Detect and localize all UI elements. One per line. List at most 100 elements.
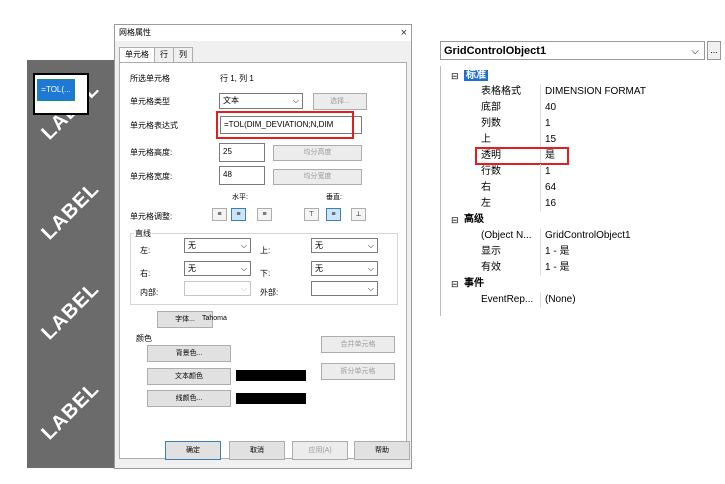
close-icon[interactable]: × [401,25,407,41]
chevron-down-icon: ⌵ [292,96,299,105]
tab-cell[interactable]: 单元格 [119,47,155,63]
category-events[interactable]: ⊟ 事件 [441,276,721,292]
chevron-down-icon: ⌵ [240,264,247,273]
property-value[interactable]: 40 [545,100,556,116]
line-color-button[interactable]: 线颜色... [147,390,231,407]
align-center-icon[interactable]: ≡ [231,208,246,221]
property-value[interactable]: 16 [545,196,556,212]
property-row[interactable]: 表格格式 DIMENSION FORMAT [441,84,721,100]
property-row[interactable]: 列数 1 [441,116,721,132]
property-name: 上 [481,134,491,145]
property-name: 列数 [481,118,501,129]
align-top-icon[interactable]: ⊤ [304,208,319,221]
width-label: 单元格宽度: [130,172,173,181]
split-cells-button[interactable]: 拆分单元格 [321,363,395,380]
merge-cells-button[interactable]: 合并单元格 [321,336,395,353]
right-line-select[interactable]: 无 ⌵ [184,261,251,276]
property-row[interactable]: 显示 1 - 是 [441,244,721,260]
property-row[interactable]: 底部 40 [441,100,721,116]
property-name: 行数 [481,166,501,177]
highlight-box [216,111,354,139]
equal-height-button[interactable]: 均分高度 [273,145,362,161]
align-right-icon[interactable]: ≡ [257,208,272,221]
property-value[interactable]: 1 [545,116,551,132]
inner-line-label: 内部: [140,288,159,297]
collapse-icon[interactable]: ⊟ [451,276,459,292]
property-row[interactable]: 右 64 [441,180,721,196]
highlight-box [475,147,569,165]
category-events-label: 事件 [464,278,484,289]
property-row[interactable]: 左 16 [441,196,721,212]
chevron-down-icon: ⌵ [367,241,374,250]
ok-button[interactable]: 确定 [165,441,221,460]
property-row[interactable]: EventRep... (None) [441,292,721,308]
property-value[interactable]: 64 [545,180,556,196]
align-middle-icon[interactable]: ≡ [326,208,341,221]
right-line-value: 无 [188,264,196,273]
top-line-label: 上: [260,246,271,255]
watermark-3: LABEL [37,278,104,345]
vertical-label: 垂直: [326,194,342,201]
category-advanced-label: 高级 [464,214,484,225]
label-canvas[interactable]: LABEL LABEL LABEL LABEL [27,60,114,468]
property-grid: ⊟ 标准 表格格式 DIMENSION FORMAT 底部 40 列数 1 上 15 透明… [440,66,721,316]
height-label: 单元格高度: [130,148,173,157]
watermark-4: LABEL [37,378,104,445]
collapse-icon[interactable]: ⊟ [451,212,459,228]
left-line-select[interactable]: 无 ⌵ [184,238,251,253]
property-value[interactable]: DIMENSION FORMAT [545,84,646,100]
tab-column[interactable]: 列 [173,47,193,62]
property-row[interactable]: (Object N... GridControlObject1 [441,228,721,244]
property-row[interactable]: 上 15 [441,132,721,148]
text-color-swatch[interactable] [236,370,306,381]
font-name: Tahoma [202,315,227,322]
inner-line-select[interactable]: ⌵ [184,281,251,296]
background-color-button[interactable]: 背景色... [147,345,231,362]
more-button[interactable]: ... [707,41,721,60]
property-value[interactable]: GridControlObject1 [545,228,631,244]
select-button[interactable]: 选择... [313,93,367,110]
object-selector[interactable]: GridControlObject1 ⌵ [440,41,705,60]
grid-cell-text[interactable]: =TOL(... [37,79,75,101]
category-standard[interactable]: ⊟ 标准 [441,68,721,84]
help-button[interactable]: 帮助 [354,441,410,460]
dialog-title: 网格属性 [115,25,411,41]
property-row[interactable]: 行数 1 [441,164,721,180]
property-row[interactable]: 有效 1 - 是 [441,260,721,276]
property-name: 底部 [481,102,501,113]
top-line-value: 无 [315,241,323,250]
collapse-icon[interactable]: ⊟ [451,68,459,84]
chevron-down-icon: ⌵ [240,241,247,250]
property-value[interactable]: 15 [545,132,556,148]
category-advanced[interactable]: ⊟ 高级 [441,212,721,228]
grid-properties-dialog: 网格属性 × 单元格行列 所选单元格 行 1, 列 1 单元格类型 文本 ⌵ 选择… [114,24,412,469]
line-color-swatch[interactable] [236,393,306,404]
apply-button[interactable]: 应用(A) [292,441,348,460]
property-value[interactable]: 1 [545,164,551,180]
cell-panel: 所选单元格 行 1, 列 1 单元格类型 文本 ⌵ 选择... 单元格表达式 =T… [119,62,407,459]
tab-row[interactable]: 行 [154,47,174,62]
property-value[interactable]: 1 - 是 [545,244,569,260]
property-value[interactable]: 1 - 是 [545,260,569,276]
top-line-select[interactable]: 无 ⌵ [311,238,378,253]
height-input[interactable]: 25 [219,143,265,162]
cancel-button[interactable]: 取消 [229,441,285,460]
width-input[interactable]: 48 [219,166,265,185]
outer-line-select[interactable]: ⌵ [311,281,378,296]
left-line-label: 左: [140,246,151,255]
selected-cell-label: 所选单元格 [130,74,170,83]
bottom-line-select[interactable]: 无 ⌵ [311,261,378,276]
color-group-label: 颜色 [136,334,152,343]
property-name: 右 [481,182,491,193]
cell-type-select[interactable]: 文本 ⌵ [219,93,303,109]
equal-width-button[interactable]: 均分宽度 [273,169,362,185]
text-color-button[interactable]: 文本颜色 [147,368,231,385]
align-bottom-icon[interactable]: ⊥ [351,208,366,221]
align-left-icon[interactable]: ≡ [212,208,227,221]
lines-group-label: 直线 [134,228,152,239]
property-name: 左 [481,198,491,209]
watermark-2: LABEL [37,178,104,245]
property-value[interactable]: (None) [545,292,576,308]
cell-type-label: 单元格类型 [130,97,170,106]
tab-bar: 单元格行列 [119,47,193,63]
